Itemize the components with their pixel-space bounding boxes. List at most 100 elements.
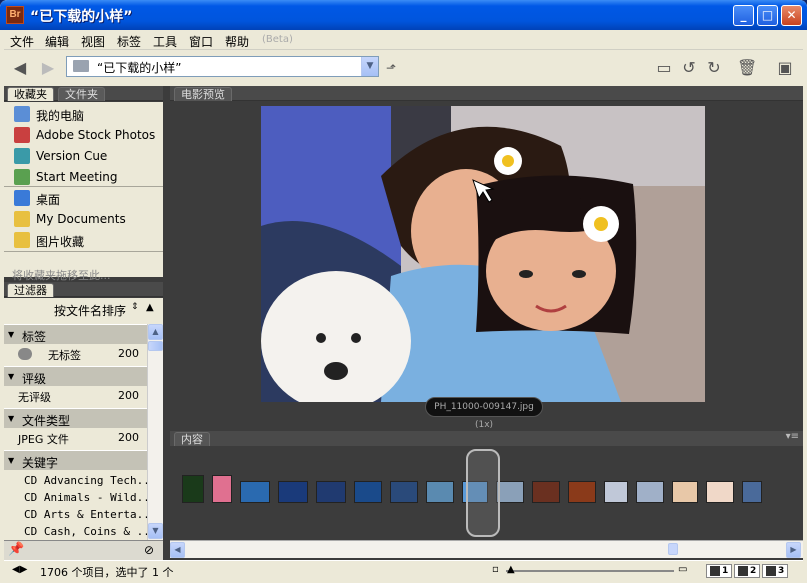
thumbnail[interactable] [636, 481, 664, 503]
tab-folders[interactable]: 文件夹 [58, 87, 105, 101]
filmstrip-scrollbar[interactable]: ◀ ▶ [170, 540, 803, 558]
thumbnail[interactable] [706, 481, 734, 503]
favorite-item-version-cue[interactable]: Version Cue [12, 146, 162, 166]
filter-section-keywords[interactable]: ▼ 关键字 [4, 450, 147, 470]
keyword-item[interactable]: CD Arts & Enterta... [4, 506, 147, 523]
favorite-item-desktop[interactable]: 桌面 [12, 188, 162, 208]
back-icon[interactable]: ◀ [10, 59, 30, 77]
tab-content[interactable]: 内容 [174, 432, 210, 446]
close-button[interactable]: ✕ [781, 5, 802, 26]
minimize-button[interactable]: _ [733, 5, 754, 26]
disclosure-triangle-icon[interactable]: ▼ [8, 456, 14, 465]
view-button-1[interactable]: 1 [706, 564, 732, 578]
compact-mode-icon[interactable]: ▣ [775, 59, 795, 77]
menu-help[interactable]: 帮助 [225, 33, 249, 50]
up-folder-icon[interactable]: ⬏ [381, 59, 401, 77]
disclosure-triangle-icon[interactable]: ▼ [8, 372, 14, 381]
menu-label[interactable]: 标签 [117, 33, 141, 50]
filter-scrollbar[interactable]: ▲ ▼ [147, 324, 163, 540]
filter-row-count: 200 [118, 347, 139, 360]
view-button-2[interactable]: 2 [734, 564, 760, 578]
divider [4, 186, 163, 187]
thumbnail[interactable] [604, 481, 628, 503]
thumbnail[interactable] [496, 481, 524, 503]
keyword-item[interactable]: CD Cash, Coins & ... [4, 523, 147, 540]
favorite-item-start-meeting[interactable]: Start Meeting [12, 167, 162, 187]
preview-image[interactable] [261, 106, 705, 402]
scroll-left-icon[interactable]: ◀ [170, 542, 185, 558]
favorite-item-stock-photos[interactable]: Adobe Stock Photos [12, 125, 162, 145]
tab-favorites[interactable]: 收藏夹 [7, 87, 54, 101]
slider-handle[interactable]: ▲ [507, 564, 515, 575]
chevron-down-icon[interactable]: ▼ [361, 57, 378, 76]
filter-section-rating[interactable]: ▼ 评级 [4, 366, 147, 386]
section-title: 标签 [22, 330, 47, 344]
scroll-thumb[interactable] [148, 341, 163, 351]
thumbnail[interactable] [316, 481, 346, 503]
pin-icon[interactable]: 📌 [8, 542, 24, 557]
menu-window[interactable]: 窗口 [189, 33, 213, 50]
favorites-panel: 我的电脑 Adobe Stock Photos Version Cue Star… [4, 102, 163, 282]
filter-section-file-type[interactable]: ▼ 文件类型 [4, 408, 147, 428]
favorite-item-my-computer[interactable]: 我的电脑 [12, 104, 162, 124]
scroll-up-icon[interactable]: ▲ [148, 324, 163, 340]
tab-filter[interactable]: 过滤器 [7, 283, 54, 297]
preview-caption: PH_11000-009147.jpg (1x) [425, 397, 543, 430]
clear-filter-icon[interactable]: ⊘ [144, 543, 154, 557]
toolbar: ◀ ▶ “已下载的小样” ▼ ⬏ ▭ ↺ ↻ 🗑 ▣ [4, 50, 803, 86]
thumbnail[interactable] [278, 481, 308, 503]
path-dropdown[interactable]: “已下载的小样” ▼ [66, 56, 379, 77]
rotate-left-icon[interactable]: ↺ [679, 59, 699, 77]
menu-edit[interactable]: 编辑 [45, 33, 69, 50]
thumbnail[interactable] [426, 481, 454, 503]
thumbnail[interactable] [568, 481, 596, 503]
thumbnail[interactable] [742, 481, 762, 503]
filter-row-label: 无评级 [18, 391, 51, 404]
thumbnail-size-slider[interactable] [506, 570, 674, 572]
keyword-item[interactable]: CD Animals - Wild... [4, 489, 147, 506]
scroll-thumb[interactable] [668, 543, 678, 555]
menu-file[interactable]: 文件 [10, 33, 34, 50]
scroll-down-icon[interactable]: ▼ [148, 523, 163, 539]
favorite-item-my-pictures[interactable]: 图片收藏 [12, 230, 162, 250]
panel-menu-icon[interactable]: ▾≡ [786, 431, 799, 442]
disclosure-triangle-icon[interactable]: ▼ [8, 414, 14, 423]
favorite-item-my-documents[interactable]: My Documents [12, 209, 162, 229]
filter-row-no-rating[interactable]: 无评级 200 [4, 386, 147, 406]
keyword-item[interactable]: CD Advancing Tech... [4, 472, 147, 489]
window-title: “已下载的小样” [30, 9, 133, 25]
menu-tools[interactable]: 工具 [153, 33, 177, 50]
filter-row-no-label[interactable]: 无标签 200 [4, 344, 147, 364]
thumbnail[interactable] [672, 481, 698, 503]
scroll-right-icon[interactable]: ▶ [786, 542, 801, 558]
title-bar[interactable]: Br “已下载的小样” _ □ ✕ [0, 0, 807, 30]
thumbnail[interactable] [354, 481, 382, 503]
thumbnail[interactable] [532, 481, 560, 503]
view-button-3[interactable]: 3 [762, 564, 788, 578]
divider [4, 251, 163, 252]
sort-dropdown[interactable]: 按文件名排序 [54, 302, 126, 319]
thumbnail[interactable] [212, 475, 232, 503]
new-folder-icon[interactable]: ▭ [654, 59, 674, 77]
menu-view[interactable]: 视图 [81, 33, 105, 50]
filter-row-jpeg[interactable]: JPEG 文件 200 [4, 428, 147, 448]
trash-icon[interactable]: 🗑 [737, 59, 757, 77]
maximize-button[interactable]: □ [757, 5, 778, 26]
filter-header: 过滤器 [4, 282, 163, 297]
expand-panels-icon[interactable]: ◀▶ [12, 564, 27, 575]
rotate-right-icon[interactable]: ↻ [704, 59, 724, 77]
content-header: 内容 ▾≡ [170, 431, 803, 446]
disclosure-triangle-icon[interactable]: ▼ [8, 330, 14, 339]
path-text: “已下载的小样” [97, 61, 182, 75]
thumbnail[interactable] [390, 481, 418, 503]
large-thumbnail-icon: ▭ [678, 564, 688, 575]
forward-icon[interactable]: ▶ [38, 59, 58, 77]
filter-section-label[interactable]: ▼ 标签 [4, 324, 147, 344]
tab-preview[interactable]: 电影预览 [174, 87, 232, 101]
thumbnail[interactable] [182, 475, 204, 503]
status-bar: ◀▶ 1706 个项目，选中了 1 个 ▫ ▲ ▭ 1 2 3 [4, 560, 803, 580]
collapse-icon[interactable]: ▲ [146, 302, 154, 313]
sort-order-icon[interactable]: ⇕ [131, 302, 139, 312]
computer-icon [14, 106, 30, 122]
thumbnail[interactable] [240, 481, 270, 503]
